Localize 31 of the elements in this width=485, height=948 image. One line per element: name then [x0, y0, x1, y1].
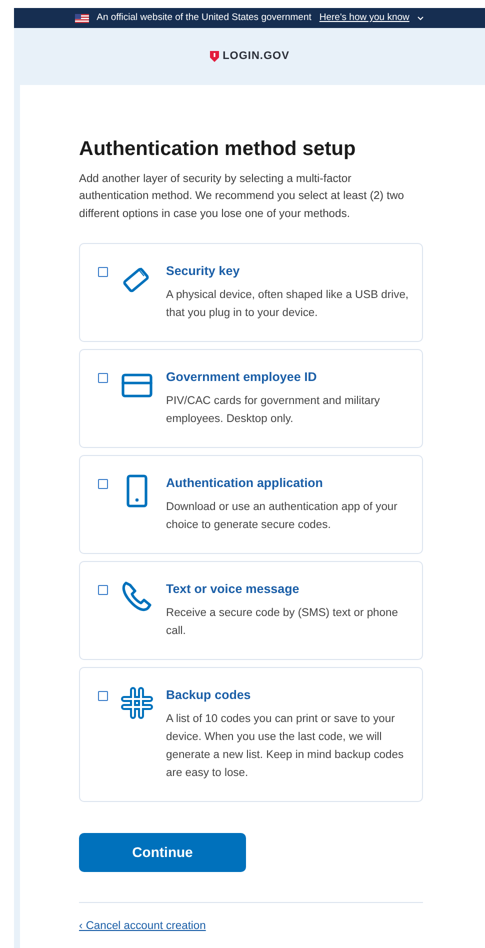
banner-text: An official website of the United States government	[96, 10, 312, 25]
option-title: Authentication application	[166, 475, 324, 492]
checkbox[interactable]	[98, 373, 108, 384]
option-card[interactable]: Backup codes A list of 10 codes you can print or save to your device. When you use the last code, we will generate a new list. Keep in mind backup codes are easy to lose.	[79, 667, 423, 802]
option-description: Download or use an authentication app of your choice to generate secure codes.	[166, 500, 398, 533]
checkbox[interactable]	[98, 267, 108, 278]
option-description: PIV/CAC cards for government and military employees. Desktop only.	[166, 394, 381, 427]
option-card[interactable]: Government employee ID PIV/CAC cards for government and military employees. Desktop only.	[79, 349, 423, 448]
option-title: Government employee ID	[166, 369, 318, 386]
option-title: Backup codes	[166, 687, 252, 704]
cancel-link[interactable]: ‹ Cancel account creation	[79, 920, 206, 932]
option-card[interactable]: Text or voice message Receive a secure code by (SMS) text or phone call.	[79, 561, 423, 660]
checkbox[interactable]	[98, 585, 108, 596]
shield-icon	[210, 51, 219, 62]
hashtag-icon	[120, 686, 154, 720]
option-description: A physical device, often shaped like a USB drive, that you plug in to your device.	[166, 288, 410, 321]
checkbox[interactable]	[98, 479, 108, 490]
logo-text: LOGIN.GOV	[222, 49, 290, 64]
checkbox[interactable]	[98, 691, 108, 702]
option-description: A list of 10 codes you can print or save to your device. When you use the last code, we will generate a new list. Keep in mind backup codes are easy to lose.	[166, 712, 405, 781]
intro-text: Add another layer of security by selecting a multi-factor authentication method. We recommend you select at least (2) two different options in case you lose one of your methods.	[79, 172, 406, 222]
continue-button[interactable]: Continue	[79, 832, 246, 872]
option-title: Text or voice message	[166, 581, 300, 598]
option-title: Security key	[166, 263, 241, 280]
option-card[interactable]: Security key A physical device, often shaped like a USB drive, that you plug in to your device.	[79, 243, 423, 342]
option-description: Receive a secure code by (SMS) text or phone call.	[166, 606, 399, 639]
page-heading: Authentication method setup	[79, 137, 357, 161]
option-card[interactable]: Authentication application Download or use an authentication app of your choice to generate secure codes.	[79, 455, 423, 554]
how-you-know-link[interactable]: Here's how you know	[319, 10, 410, 26]
flag-icon	[74, 14, 89, 22]
chevron-icon[interactable]	[417, 16, 424, 20]
